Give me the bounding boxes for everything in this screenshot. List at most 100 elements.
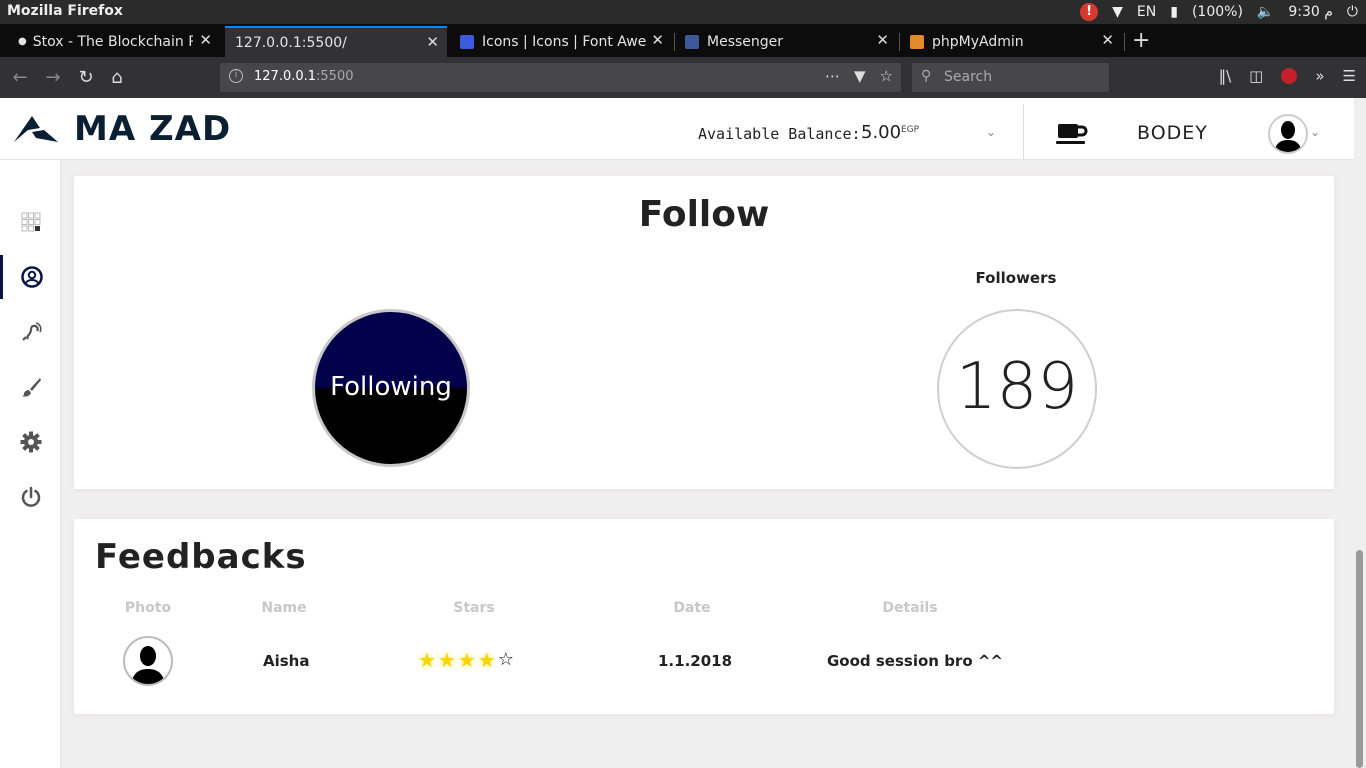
search-placeholder: Search [944, 69, 993, 85]
column-header-photo: Photo [124, 600, 172, 616]
tab-label: Stox - The Blockchain Pr [32, 33, 193, 50]
feedback-name: Aisha [263, 652, 310, 670]
home-button[interactable]: ⌂ [105, 66, 129, 90]
back-button[interactable]: ← [8, 66, 32, 90]
logo-icon[interactable] [14, 116, 60, 144]
feedback-date: 1.1.2018 [658, 652, 733, 670]
sidebar-item-listening[interactable] [0, 310, 61, 354]
avatar [123, 636, 173, 686]
sidebar [0, 160, 61, 768]
brand-name[interactable]: MA ZAD [74, 109, 231, 149]
follow-card: Follow Following Followers 189 [74, 176, 1334, 489]
follow-title: Follow [638, 194, 770, 235]
url-actions: ⋯ ▼ ☆ [825, 67, 893, 85]
tab-stox[interactable]: ● Stox - The Blockchain Pr ✕ [8, 26, 220, 57]
new-tab-button[interactable]: + [1132, 28, 1150, 53]
column-header-name: Name [261, 600, 307, 616]
chevron-down-icon[interactable]: ⌄ [986, 125, 996, 139]
tab-label: 127.0.0.1:5500/ [235, 34, 347, 51]
power-menu-icon[interactable]: ⏻ [1347, 4, 1358, 20]
battery-level[interactable]: (100%) [1192, 4, 1243, 20]
user-silhouette-icon [1274, 121, 1302, 152]
paint-brush-icon [21, 378, 41, 397]
url-bar[interactable]: i 127.0.0.1:5500 ⋯ ▼ ☆ [220, 63, 901, 92]
balance-value: 5.00 [861, 122, 902, 143]
star-filled-icon: ★ [477, 648, 496, 672]
tab-separator [1124, 33, 1125, 51]
url-host: 127.0.0.1 [254, 69, 317, 84]
toolbar-right: ‖\ ◫ » ☰ [1219, 67, 1356, 85]
chevron-down-icon[interactable]: ⌄ [1310, 125, 1320, 139]
feedback-details: Good session bro ^^ [827, 652, 1003, 670]
url-port: :5500 [316, 69, 354, 84]
url-text[interactable]: 127.0.0.1:5500 [254, 69, 354, 84]
star-filled-icon: ★ [437, 648, 456, 672]
flag-icon [460, 34, 474, 49]
star-filled-icon: ★ [418, 648, 436, 672]
tab-phpmyadmin[interactable]: phpMyAdmin ✕ [900, 26, 1122, 57]
reload-button[interactable]: ↻ [74, 66, 98, 90]
tab-label: Messenger [707, 33, 784, 50]
navigation-bar: ← → ↻ ⌂ i 127.0.0.1:5500 ⋯ ▼ ☆ ⚲ Search … [0, 57, 1366, 98]
user-silhouette-icon [131, 646, 165, 684]
overflow-icon[interactable]: » [1315, 67, 1324, 85]
feedbacks-title: Feedbacks [95, 537, 307, 577]
close-icon[interactable]: ✕ [426, 33, 439, 51]
sidebar-item-dashboard[interactable] [0, 200, 61, 244]
balance-label: Available Balance: [698, 125, 861, 143]
star-filled-icon: ★ [457, 648, 476, 672]
followers-count: 189 [937, 309, 1097, 469]
bookmark-star-icon[interactable]: ☆ [880, 67, 893, 85]
avatar[interactable] [1268, 114, 1308, 154]
star-rating: ★ ★ ★ ★ ☆ [418, 648, 514, 672]
close-icon[interactable]: ✕ [651, 31, 664, 49]
sidebar-item-settings[interactable] [0, 420, 61, 464]
followers-label: Followers [975, 269, 1057, 287]
tab-strip: ● Stox - The Blockchain Pr ✕ 127.0.0.1:5… [0, 24, 1366, 57]
tab-localhost[interactable]: 127.0.0.1:5500/ ✕ [225, 26, 447, 57]
grid-icon [21, 212, 40, 232]
sidebar-toggle-icon[interactable]: ◫ [1249, 67, 1263, 85]
alert-icon[interactable]: ! [1080, 3, 1099, 21]
power-icon [21, 486, 40, 507]
following-button[interactable]: Following [312, 309, 470, 467]
tab-label: phpMyAdmin [932, 33, 1024, 50]
facebook-icon [685, 34, 699, 49]
close-icon[interactable]: ✕ [199, 31, 212, 49]
library-icon[interactable]: ‖\ [1219, 67, 1232, 85]
assistive-listening-icon [21, 322, 42, 341]
username[interactable]: BODEY [1137, 122, 1208, 144]
star-empty-icon: ☆ [497, 649, 514, 670]
info-icon[interactable]: i [229, 69, 243, 83]
coffee-cup-icon[interactable] [1056, 122, 1088, 146]
forward-button[interactable]: → [41, 66, 65, 90]
close-icon[interactable]: ✕ [1101, 31, 1114, 49]
more-icon[interactable]: ⋯ [825, 67, 840, 85]
tab-label: Icons | Icons | Font Awes [482, 33, 647, 50]
column-header-date: Date [673, 600, 711, 616]
column-header-details: Details [882, 600, 938, 616]
tab-font-awesome[interactable]: Icons | Icons | Font Awes ✕ [450, 26, 672, 57]
scrollbar-thumb[interactable] [1356, 550, 1363, 768]
user-circle-icon [21, 266, 43, 288]
sidebar-item-brush[interactable] [0, 365, 61, 409]
close-icon[interactable]: ✕ [876, 31, 889, 49]
os-tray: ! ▼ EN ▮ (100%) 🔈 9:30 م ⏻ [1080, 3, 1358, 21]
pocket-icon[interactable]: ▼ [854, 67, 866, 85]
feedbacks-card: Feedbacks Photo Name Stars Date Details … [74, 519, 1334, 714]
bullet-icon: ● [18, 36, 27, 47]
sidebar-item-logout[interactable] [0, 475, 61, 519]
language-indicator[interactable]: EN [1137, 4, 1156, 20]
volume-icon[interactable]: 🔈 [1257, 4, 1274, 20]
clock[interactable]: 9:30 م [1288, 4, 1333, 20]
sidebar-item-profile[interactable] [0, 255, 61, 299]
search-icon: ⚲ [921, 68, 932, 84]
tab-messenger[interactable]: Messenger ✕ [675, 26, 897, 57]
header-divider [1023, 104, 1024, 159]
ublock-icon[interactable] [1281, 68, 1298, 84]
menu-icon[interactable]: ☰ [1343, 67, 1356, 85]
search-bar[interactable]: ⚲ Search [912, 63, 1109, 92]
wifi-icon[interactable]: ▼ [1112, 4, 1123, 20]
os-top-bar: Mozilla Firefox ! ▼ EN ▮ (100%) 🔈 9:30 م… [0, 0, 1366, 24]
battery-icon[interactable]: ▮ [1170, 4, 1178, 20]
